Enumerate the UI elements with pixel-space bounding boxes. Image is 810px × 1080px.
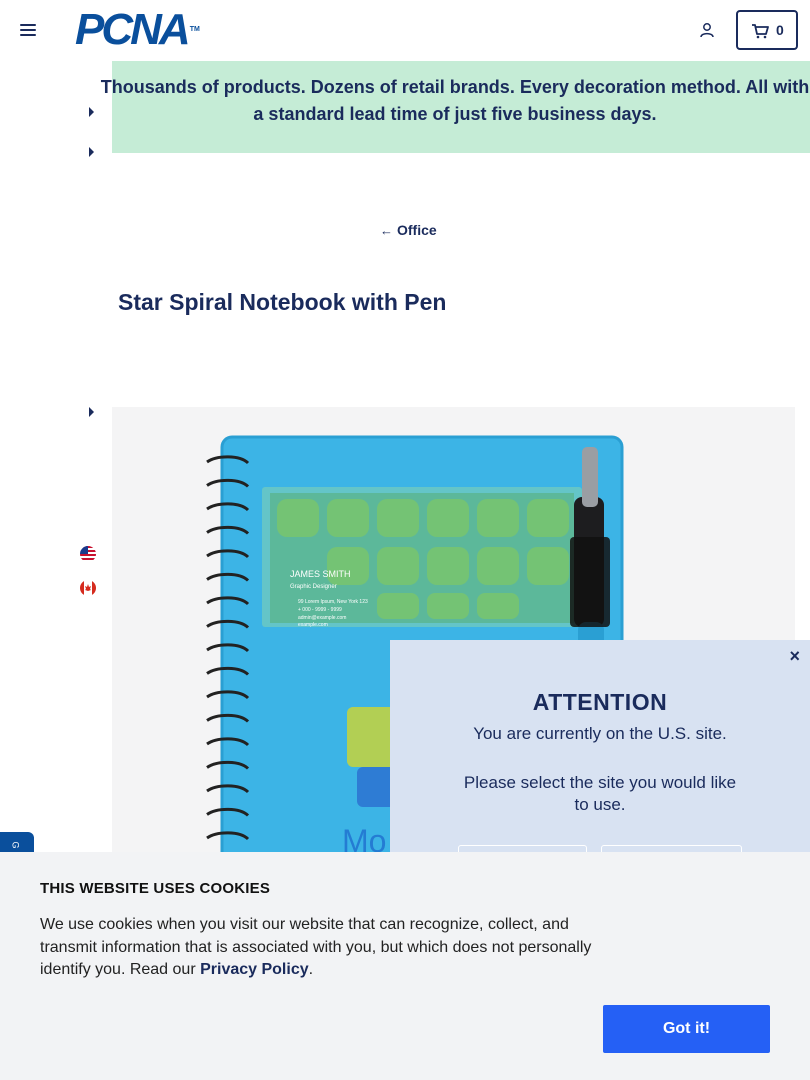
menu-icon[interactable] — [20, 24, 36, 36]
close-icon[interactable]: × — [789, 646, 800, 667]
cookie-text: We use cookies when you visit our websit… — [40, 914, 610, 982]
breadcrumb-back-link[interactable]: ← Office — [380, 222, 437, 238]
arrow-left-icon: ← — [380, 223, 393, 238]
modal-current-site-text: You are currently on the U.S. site. — [473, 724, 727, 743]
card-role: Graphic Designer — [290, 584, 337, 590]
promo-banner-text: Thousands of products. Dozens of retail … — [100, 77, 810, 124]
card-line-3: admin@example.com — [298, 615, 346, 621]
cookie-period: . — [308, 961, 314, 978]
got-it-button[interactable]: Got it! — [603, 1005, 770, 1053]
canada-flag-icon[interactable] — [80, 580, 96, 596]
caret-right-icon[interactable] — [89, 147, 94, 157]
logo-tm: TM — [189, 26, 200, 33]
cookie-banner: THIS WEBSITE USES COOKIES We use cookies… — [0, 852, 810, 1080]
breadcrumb-label: Office — [397, 222, 437, 238]
card-line-1: 99 Lorem Ipsum, New York 123 — [298, 599, 368, 605]
us-flag-icon[interactable] — [80, 546, 96, 562]
cookie-body: We use cookies when you visit our websit… — [40, 916, 592, 978]
cookie-title: THIS WEBSITE USES COOKIES — [40, 880, 271, 897]
card-line-4: example.com — [298, 622, 328, 628]
cart-count: 0 — [776, 22, 784, 38]
cart-button[interactable]: 0 — [736, 10, 798, 50]
modal-select-text: Please select the site you would like to… — [463, 773, 737, 814]
modal-title: ATTENTION — [532, 689, 668, 715]
product-title: Star Spiral Notebook with Pen — [118, 289, 447, 315]
site-header: PCNA TM 0 — [0, 0, 810, 61]
pcna-logo[interactable]: PCNA TM — [75, 8, 200, 52]
page: Thousands of products. Dozens of retail … — [0, 0, 810, 1080]
user-icon[interactable] — [699, 22, 715, 38]
side-tab-label: G — [10, 841, 21, 849]
privacy-policy-link[interactable]: Privacy Policy — [200, 961, 309, 978]
card-name: JAMES SMITH — [290, 569, 351, 579]
logo-text: PCNA — [75, 5, 191, 54]
caret-right-icon[interactable] — [89, 107, 94, 117]
card-line-2: + 000 - 9999 - 9999 — [298, 607, 342, 613]
cart-icon — [752, 24, 769, 39]
caret-right-icon[interactable] — [89, 407, 94, 417]
